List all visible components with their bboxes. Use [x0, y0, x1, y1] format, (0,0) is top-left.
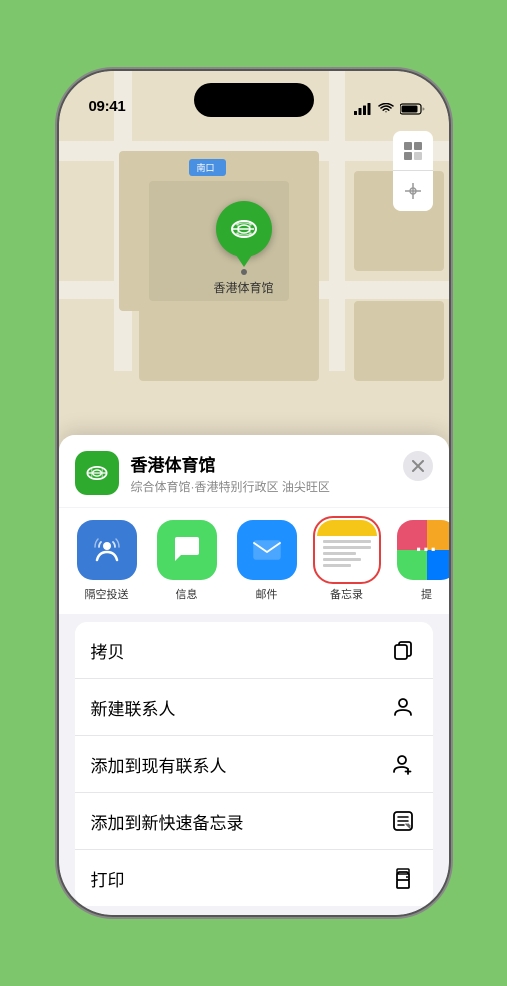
- share-item-more[interactable]: ··· 提: [395, 520, 449, 602]
- airdrop-label: 隔空投送: [85, 586, 129, 602]
- notes-icon: [317, 520, 377, 580]
- mail-label: 邮件: [256, 586, 278, 602]
- location-subtitle: 综合体育馆·香港特别行政区 油尖旺区: [131, 478, 433, 495]
- action-add-to-contact[interactable]: 添加到现有联系人: [75, 736, 433, 793]
- action-copy-label: 拷贝: [91, 638, 125, 663]
- phone-screen: 09:41: [59, 71, 449, 915]
- message-icon: [157, 520, 217, 580]
- map-controls: [393, 131, 433, 211]
- entrance-label: 南口: [189, 159, 226, 176]
- action-copy[interactable]: 拷贝: [75, 622, 433, 679]
- map-pin: 香港体育馆: [214, 201, 274, 296]
- battery-icon: [400, 103, 425, 115]
- message-label: 信息: [176, 586, 198, 602]
- close-button[interactable]: [403, 451, 433, 481]
- more-icon: ···: [397, 520, 449, 580]
- dynamic-island: [194, 83, 314, 117]
- share-item-notes[interactable]: 备忘录: [315, 520, 379, 602]
- action-print-label: 打印: [91, 866, 125, 891]
- action-new-contact[interactable]: 新建联系人: [75, 679, 433, 736]
- print-icon: [389, 864, 417, 892]
- status-time: 09:41: [89, 98, 126, 115]
- new-contact-icon: [389, 693, 417, 721]
- more-label: 提: [421, 586, 432, 602]
- status-icons: [354, 103, 425, 115]
- location-icon: [75, 451, 119, 495]
- map-type-button[interactable]: [393, 131, 433, 171]
- location-name: 香港体育馆: [131, 451, 433, 476]
- action-add-to-notes-label: 添加到新快速备忘录: [91, 809, 244, 834]
- action-add-to-notes[interactable]: 添加到新快速备忘录: [75, 793, 433, 850]
- share-item-mail[interactable]: 邮件: [235, 520, 299, 602]
- action-print[interactable]: 打印: [75, 850, 433, 906]
- share-row: 隔空投送 信息: [59, 508, 449, 614]
- map-pin-label: 香港体育馆: [214, 279, 274, 296]
- notes-label: 备忘录: [330, 586, 363, 602]
- airdrop-icon: [77, 520, 137, 580]
- quick-notes-icon: [389, 807, 417, 835]
- mail-icon: [237, 520, 297, 580]
- location-info: 香港体育馆 综合体育馆·香港特别行政区 油尖旺区: [131, 451, 433, 495]
- copy-icon: [389, 636, 417, 664]
- action-new-contact-label: 新建联系人: [91, 695, 176, 720]
- bottom-sheet: 香港体育馆 综合体育馆·香港特别行政区 油尖旺区: [59, 435, 449, 915]
- phone-frame: 09:41: [59, 71, 449, 915]
- share-item-airdrop[interactable]: 隔空投送: [75, 520, 139, 602]
- action-list: 拷贝 新建联系人: [75, 622, 433, 906]
- share-item-message[interactable]: 信息: [155, 520, 219, 602]
- location-button[interactable]: [393, 171, 433, 211]
- map-area[interactable]: 南口 香港体育馆: [59, 71, 449, 491]
- wifi-icon: [378, 103, 394, 115]
- signal-icon: [354, 103, 372, 115]
- location-header: 香港体育馆 综合体育馆·香港特别行政区 油尖旺区: [59, 435, 449, 507]
- add-to-contact-icon: [389, 750, 417, 778]
- action-add-to-contact-label: 添加到现有联系人: [91, 752, 227, 777]
